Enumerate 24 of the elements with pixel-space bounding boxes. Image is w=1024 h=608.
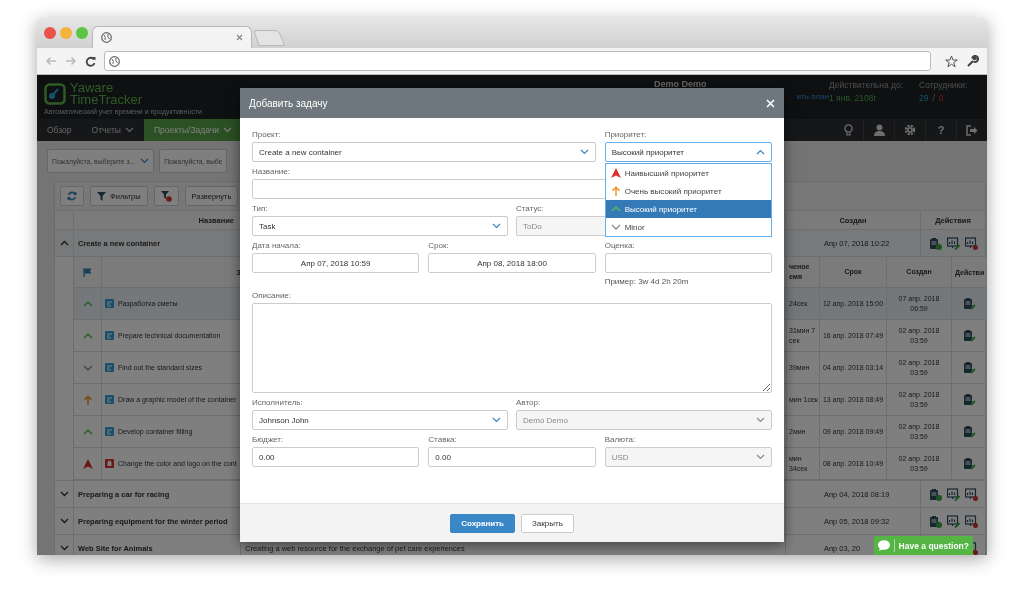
employees-label: Сотрудники: [919,80,968,90]
field-label: Статус: [516,204,544,214]
field-label: Приоритет: [604,130,647,140]
logo-text: TimeTracker [70,94,142,106]
inactive-count: 0 [938,93,944,103]
field-label: Тип: [252,204,268,214]
field-label: Проект: [252,130,281,140]
field-label: Валюта: [604,435,636,445]
field-label: Бюджет: [252,435,284,445]
field-label: Срок: [428,241,449,251]
field-label: Оценка: [604,241,635,251]
field-label: Исполнитель: [252,398,303,408]
separator: / [932,93,935,103]
field-label: Описание: [252,291,292,301]
valid-until-date: 1 янв. 2108г [829,93,878,103]
logo-text: Yaware [70,82,115,94]
user-name: Demo Demo [653,79,708,89]
field-label: Автор: [516,398,541,408]
dialog-title: Добавить задачу [249,97,328,109]
active-count: 29 [919,93,929,103]
field-label: Название: [252,167,290,177]
hint-text: Пример: 3w 4d 2h 20m [604,277,690,286]
field-label: Дата начала: [252,241,301,251]
field-label: Ставка: [428,435,457,445]
